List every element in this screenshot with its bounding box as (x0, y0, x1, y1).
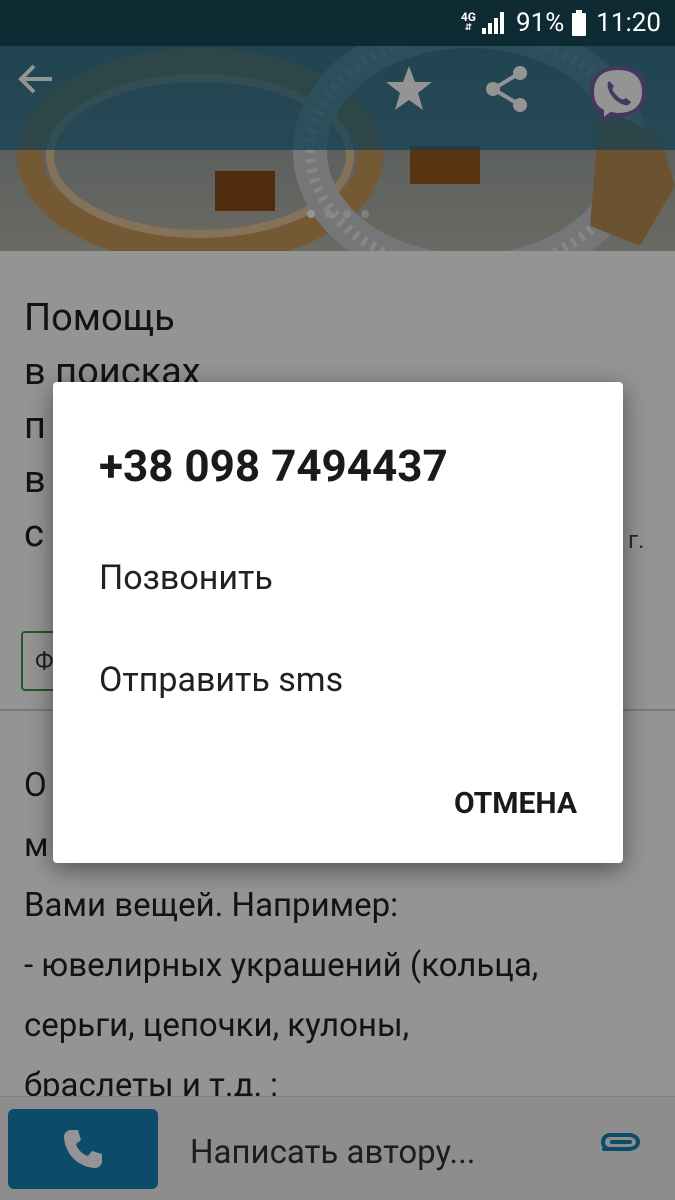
battery-percent: 91% (515, 8, 565, 38)
dialog-phone-number: +38 098 7494437 (99, 440, 448, 492)
phone-action-dialog: +38 098 7494437 Позвонить Отправить sms … (53, 382, 623, 863)
battery-icon (572, 10, 587, 36)
status-bar: 4G ⇵ 91% 11:20 (0, 0, 675, 46)
call-option[interactable]: Позвонить (99, 558, 273, 598)
clock: 11:20 (596, 8, 661, 38)
cancel-button[interactable]: ОТМЕНА (454, 786, 577, 821)
signal-icon (481, 12, 504, 34)
network-indicator: 4G ⇵ (460, 10, 476, 33)
send-sms-option[interactable]: Отправить sms (99, 660, 343, 700)
